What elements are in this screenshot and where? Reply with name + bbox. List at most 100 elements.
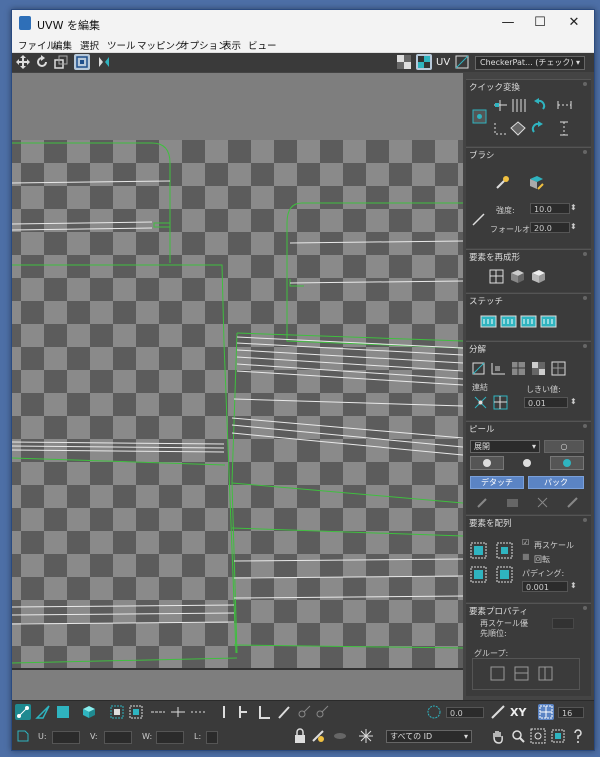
ungroup-icon[interactable] xyxy=(513,665,530,682)
angle-snap-icon[interactable] xyxy=(426,704,442,720)
spinner-arrows-icon[interactable]: ⬍ xyxy=(570,397,577,406)
spinner-arrows-icon[interactable]: ⬍ xyxy=(570,203,577,212)
relax-brush-icon[interactable] xyxy=(528,174,545,191)
absolute-mode-icon[interactable] xyxy=(15,728,31,744)
weld-selected-icon[interactable] xyxy=(472,394,489,411)
pack-recent-icon[interactable] xyxy=(496,566,513,583)
l-input[interactable] xyxy=(206,731,218,744)
pin-icon[interactable] xyxy=(583,252,587,256)
pan-hand-icon[interactable] xyxy=(490,728,506,744)
threshold-input[interactable]: 0.01 xyxy=(524,397,568,408)
minimize-button[interactable]: — xyxy=(493,13,523,33)
angle-input[interactable]: 0.0 xyxy=(446,707,484,718)
spinner-arrows-icon[interactable]: ⬍ xyxy=(570,581,577,590)
peel-quick-icon[interactable] xyxy=(470,456,504,470)
select-by-element-icon[interactable] xyxy=(109,704,125,720)
rotate-ccw-icon[interactable] xyxy=(530,97,547,114)
split-grid-icon[interactable] xyxy=(510,360,527,377)
pin-icon[interactable] xyxy=(583,296,587,300)
checker-show-icon[interactable] xyxy=(396,54,412,70)
rescale-checkbox[interactable]: ☑ xyxy=(522,538,529,547)
sketch-vertices-icon[interactable] xyxy=(234,704,250,720)
help-icon[interactable] xyxy=(570,728,586,744)
zoom-icon[interactable] xyxy=(510,728,526,744)
strength-input[interactable]: 10.0 xyxy=(530,203,570,214)
close-button[interactable]: ✕ xyxy=(559,13,589,33)
pin-icon[interactable] xyxy=(583,424,587,428)
edge-mode-icon[interactable] xyxy=(35,704,51,720)
lock-icon[interactable] xyxy=(292,728,308,744)
zoom-region-icon[interactable] xyxy=(530,728,546,744)
menu-display[interactable]: 表示 xyxy=(222,38,241,52)
relax-until-flat-icon[interactable] xyxy=(509,268,526,285)
align-center-icon[interactable] xyxy=(471,108,488,125)
pack-button[interactable]: パック xyxy=(528,476,584,489)
paint-brush-icon[interactable] xyxy=(494,174,511,191)
menu-edit[interactable]: 編集 xyxy=(53,38,72,52)
pin-vertex-icon[interactable] xyxy=(474,494,491,511)
shrink-select-icon[interactable] xyxy=(190,704,206,720)
mirror-icon[interactable] xyxy=(96,54,112,70)
space-horizontal-icon[interactable] xyxy=(556,97,573,114)
menu-mapping[interactable]: マッピング xyxy=(137,38,185,52)
filter-icon[interactable] xyxy=(332,728,348,744)
pin-icon[interactable] xyxy=(583,82,587,86)
unpin-icon[interactable] xyxy=(504,494,521,511)
stitch-target-icon[interactable] xyxy=(540,313,557,330)
peel-options-button[interactable]: ○ xyxy=(544,440,584,453)
menu-view[interactable]: ビュー xyxy=(248,38,277,52)
uv-mode-icon[interactable] xyxy=(454,54,470,70)
straighten-icon[interactable] xyxy=(492,120,509,137)
id-filter-select[interactable]: すべての ID ▾ xyxy=(386,730,472,743)
w-input[interactable] xyxy=(156,731,184,744)
uv-canvas[interactable] xyxy=(12,73,463,700)
menu-file[interactable]: ファイル xyxy=(18,38,56,52)
break-icon[interactable] xyxy=(470,360,487,377)
zoom-extents-icon[interactable] xyxy=(550,728,566,744)
group-select-icon[interactable] xyxy=(489,665,506,682)
freeze-icon[interactable] xyxy=(358,728,374,744)
uv-viewport[interactable] xyxy=(12,73,463,700)
spinner-arrows-icon[interactable]: ⬍ xyxy=(570,222,577,231)
auto-pin-icon[interactable] xyxy=(534,494,551,511)
face-mode-icon[interactable] xyxy=(55,704,71,720)
relax-icon[interactable] xyxy=(510,120,527,137)
pin-icon[interactable] xyxy=(583,518,587,522)
checker-map-icon[interactable] xyxy=(416,54,432,70)
peel-pin-icon[interactable] xyxy=(550,456,584,470)
space-vertical-icon[interactable] xyxy=(556,120,573,137)
brush-select-icon[interactable] xyxy=(276,704,292,720)
line-tool-icon[interactable] xyxy=(490,704,506,720)
rotate-icon[interactable] xyxy=(34,54,50,70)
stitch-average-icon[interactable] xyxy=(520,313,537,330)
move-icon[interactable] xyxy=(15,54,31,70)
pin-icon[interactable] xyxy=(583,150,587,154)
vertex-mode-icon[interactable] xyxy=(15,704,31,720)
peel-mode-select[interactable]: 展開 ▾ xyxy=(470,440,540,453)
hide-icon[interactable] xyxy=(310,728,326,744)
pack-normalize-icon[interactable] xyxy=(470,542,487,559)
u-input[interactable] xyxy=(52,731,80,744)
detach-edge-icon[interactable] xyxy=(490,360,507,377)
pin-icon[interactable] xyxy=(583,344,587,348)
select-pins-icon[interactable] xyxy=(564,494,581,511)
flatten-icon[interactable] xyxy=(530,360,547,377)
maximize-button[interactable]: ☐ xyxy=(525,13,555,33)
padding-input[interactable]: 0.001 xyxy=(522,581,568,592)
grid-snap-icon[interactable] xyxy=(538,704,554,720)
element-mode-icon[interactable] xyxy=(81,704,97,720)
paint-deselect-icon[interactable] xyxy=(314,704,330,720)
xy-label[interactable]: XY xyxy=(510,706,526,719)
align-vertical-icon[interactable] xyxy=(510,97,527,114)
brush-line-icon[interactable] xyxy=(470,211,487,228)
ring-select-icon[interactable] xyxy=(170,704,186,720)
pack-together-icon[interactable] xyxy=(496,542,513,559)
scale-icon[interactable] xyxy=(53,54,69,70)
pin-icon[interactable] xyxy=(583,606,587,610)
polygon-explode-icon[interactable] xyxy=(550,360,567,377)
rescale-priority-input[interactable] xyxy=(552,618,574,629)
pack-custom-icon[interactable] xyxy=(470,566,487,583)
paint-select-icon[interactable] xyxy=(296,704,312,720)
stitch-custom-icon[interactable] xyxy=(480,313,497,330)
menu-tools[interactable]: ツール xyxy=(107,38,136,52)
